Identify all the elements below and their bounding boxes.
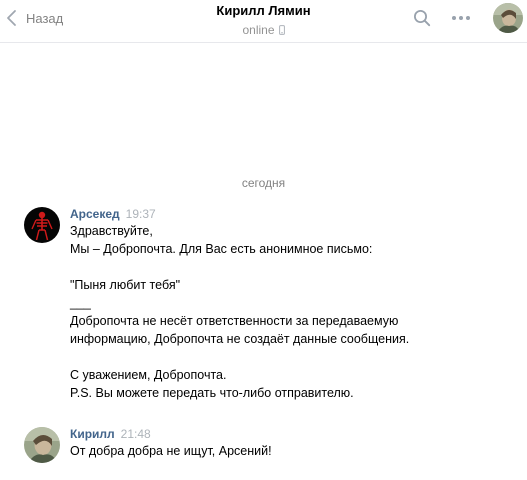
date-separator: сегодня (241, 176, 286, 190)
message-body: Кирилл 21:48 От добра добра не ищут, Арсе… (70, 427, 510, 460)
message-line (70, 348, 510, 366)
message-line: ___ (70, 296, 91, 310)
more-icon[interactable] (451, 15, 471, 21)
message-body: Арсекед 19:37 Здравствуйте, Мы – Добропоч… (70, 207, 510, 402)
message-line: "Пыня любит тебя" (70, 278, 181, 292)
message-line: Мы – Добропочта. Для Вас есть анонимное … (70, 242, 373, 256)
search-icon[interactable] (413, 9, 431, 27)
message-meta: Арсекед 19:37 (70, 207, 510, 221)
message-text: Здравствуйте, Мы – Добропочта. Для Вас е… (70, 222, 510, 402)
avatar-photo (493, 3, 523, 33)
avatar[interactable] (24, 427, 60, 463)
message-line: Добропочта не несёт ответственности за п… (70, 314, 399, 328)
message-time[interactable]: 19:37 (126, 207, 156, 221)
chat-title-block: Кирилл Лямин online (0, 4, 527, 39)
message-line: Здравствуйте, (70, 224, 153, 238)
message-line: P.S. Вы можете передать что-либо отправи… (70, 386, 354, 400)
message-line (70, 258, 510, 276)
message-line: С уважением, Добропочта. (70, 368, 227, 382)
message-line: информацию, Добропочта не создаёт данные… (70, 332, 410, 346)
message-text: От добра добра не ищут, Арсений! (70, 442, 510, 460)
header-avatar[interactable] (493, 3, 523, 33)
message-time[interactable]: 21:48 (121, 427, 151, 441)
author-name[interactable]: Кирилл (70, 427, 115, 441)
status-text: online (242, 23, 275, 37)
author-name[interactable]: Арсекед (70, 207, 120, 221)
chat-header: Назад Кирилл Лямин online (0, 0, 527, 43)
chat-title[interactable]: Кирилл Лямин (0, 4, 527, 18)
message-meta: Кирилл 21:48 (70, 427, 510, 441)
online-status: online (242, 23, 285, 37)
user-avatar-image (24, 427, 60, 463)
message-line: От добра добра не ищут, Арсений! (70, 444, 272, 458)
phone-icon (278, 25, 285, 35)
avatar[interactable] (24, 207, 60, 243)
skeleton-avatar-image (24, 207, 60, 243)
